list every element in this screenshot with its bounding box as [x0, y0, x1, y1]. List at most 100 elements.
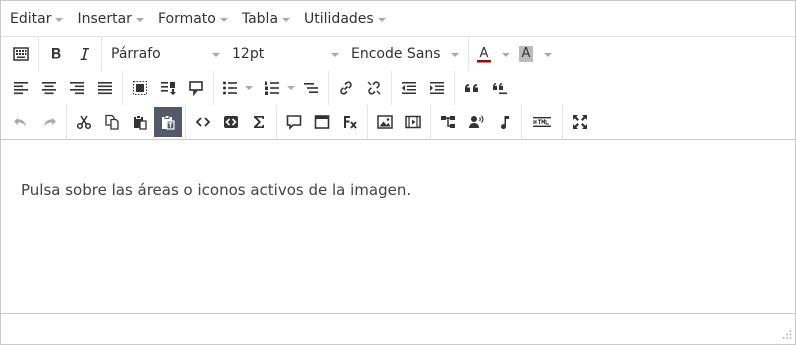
paste-button[interactable] [126, 107, 154, 137]
chevron-down-icon [55, 17, 64, 22]
background-color-button[interactable]: A [514, 39, 556, 69]
align-center-button[interactable] [35, 73, 63, 103]
code-button[interactable] [189, 107, 217, 137]
content-paragraph[interactable]: Pulsa sobre las áreas o iconos activos d… [21, 181, 775, 199]
numbered-list-button[interactable] [259, 73, 285, 103]
toolbar-group [4, 37, 39, 71]
indent-icon [430, 82, 444, 94]
speech-bubble-icon [286, 115, 302, 130]
editor-content-area[interactable]: Pulsa sobre las áreas o iconos activos d… [1, 140, 795, 314]
paste-text-icon [162, 115, 175, 130]
toolbar-group: A A [469, 37, 559, 71]
paste-as-text-button[interactable] [154, 107, 182, 137]
toolbar-group [67, 105, 186, 139]
undo-button[interactable] [7, 107, 35, 137]
audio-button[interactable] [490, 107, 518, 137]
speech-button[interactable] [462, 107, 490, 137]
undo-icon [14, 118, 26, 127]
visual-blocks-button[interactable] [182, 73, 210, 103]
comment-button[interactable] [280, 107, 308, 137]
italic-icon [80, 48, 89, 60]
background-color-letter: A [522, 46, 531, 61]
align-justify-icon [98, 82, 112, 95]
blockquote-button[interactable] [458, 73, 486, 103]
sigma-icon [254, 116, 264, 128]
html-source-icon [533, 117, 551, 127]
image-icon [377, 115, 393, 129]
font-size-dropdown[interactable]: 12pt [226, 39, 345, 69]
insert-media-button[interactable] [399, 107, 427, 137]
redo-button[interactable] [35, 107, 63, 137]
toolbar-group [563, 105, 597, 139]
bold-icon [52, 48, 61, 59]
chevron-down-icon [451, 53, 459, 57]
align-left-icon [14, 82, 28, 95]
toolbar-group [186, 105, 277, 139]
text-color-button[interactable]: A [472, 39, 514, 69]
chevron-down-icon [282, 17, 291, 22]
copy-button[interactable] [98, 107, 126, 137]
comment-box-icon [189, 81, 203, 96]
chevron-down-icon [502, 53, 510, 57]
unlink-icon [367, 81, 381, 95]
cite-button[interactable] [486, 73, 514, 103]
fullscreen-icon [573, 115, 587, 129]
link-icon [340, 81, 352, 95]
menu-utilidades[interactable]: Utilidades [297, 1, 393, 36]
statusbar [1, 314, 795, 342]
chevron-down-icon[interactable] [245, 86, 253, 90]
code-sample-button[interactable] [217, 107, 245, 137]
fullscreen-button[interactable] [566, 107, 594, 137]
insert-link-button[interactable] [332, 73, 360, 103]
window-icon [314, 115, 330, 129]
function-fx-icon [344, 116, 357, 129]
outdent-icon [402, 82, 416, 94]
menu-formato[interactable]: Formato [151, 1, 235, 36]
toolbar-group [455, 71, 517, 105]
source-code-button[interactable] [525, 107, 559, 137]
outdent-button[interactable] [395, 73, 423, 103]
chevron-down-icon [331, 53, 339, 57]
menu-editar[interactable]: Editar [3, 1, 70, 36]
block-format-value: Párrafo [111, 46, 161, 62]
chevron-down-icon [377, 17, 386, 22]
text-color-letter: A [480, 46, 489, 61]
code-sample-icon [224, 116, 238, 128]
font-family-dropdown[interactable]: Encode Sans [345, 39, 465, 69]
numbered-list-icon [265, 81, 279, 95]
sitemap-button[interactable] [434, 107, 462, 137]
visual-chars-button[interactable] [154, 73, 182, 103]
align-justify-button[interactable] [91, 73, 119, 103]
chevron-down-icon [135, 17, 144, 22]
outdent-list-button[interactable] [297, 73, 325, 103]
block-format-dropdown[interactable]: Párrafo [105, 39, 226, 69]
insert-image-button[interactable] [371, 107, 399, 137]
chevron-down-icon[interactable] [287, 86, 295, 90]
align-right-icon [70, 82, 84, 95]
menu-insertar[interactable]: Insertar [70, 1, 151, 36]
remove-link-button[interactable] [360, 73, 388, 103]
bullet-list-button[interactable] [217, 73, 243, 103]
indent-button[interactable] [423, 73, 451, 103]
menu-tabla[interactable]: Tabla [235, 1, 297, 36]
bold-button[interactable] [42, 39, 70, 69]
align-left-button[interactable] [7, 73, 35, 103]
select-all-button[interactable] [126, 73, 154, 103]
align-right-button[interactable] [63, 73, 91, 103]
music-note-icon [501, 116, 509, 130]
cut-button[interactable] [70, 107, 98, 137]
italic-button[interactable] [70, 39, 98, 69]
function-button[interactable] [336, 107, 364, 137]
toolbar-group [277, 105, 368, 139]
speaker-person-icon [469, 115, 484, 128]
dialog-button[interactable] [308, 107, 336, 137]
background-color-icon: A [519, 46, 533, 62]
resize-handle-icon[interactable] [782, 329, 792, 339]
toolbar-group [431, 105, 522, 139]
toolbar-group: Párrafo 12pt Encode Sans [102, 37, 469, 71]
chevron-down-icon [544, 53, 552, 57]
rich-text-editor: Editar Insertar Formato Tabla Utilidades [0, 0, 796, 345]
math-formula-button[interactable] [245, 107, 273, 137]
toolbar-toggle-button[interactable] [7, 39, 35, 69]
align-center-icon [42, 82, 56, 95]
